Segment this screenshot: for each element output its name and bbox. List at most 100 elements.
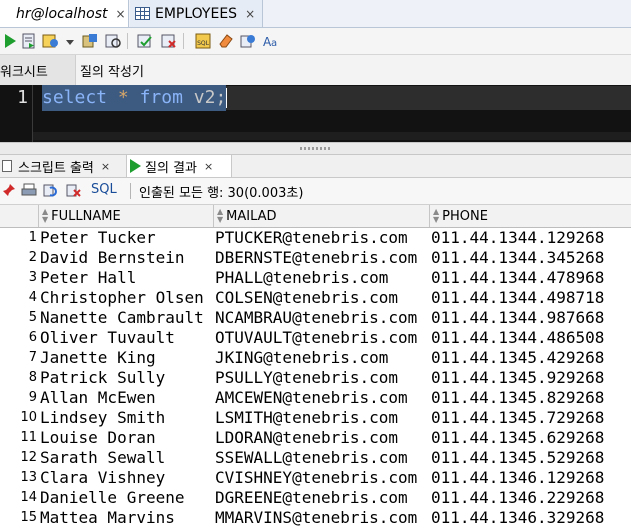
autotrace-button[interactable]	[42, 32, 60, 50]
cell-phone[interactable]: 011.44.1344.478968	[431, 268, 631, 288]
cell-mailad[interactable]: MMARVINS@tenebris.com	[215, 508, 426, 528]
table-row[interactable]: 5 Nanette Cambrault NCAMBRAU@tenebris.com 0…	[0, 308, 631, 328]
tab-hr-localhost-close-icon[interactable]: ×	[115, 7, 125, 21]
cell-fullname[interactable]: Clara Vishney	[40, 468, 212, 488]
monitor-button[interactable]	[239, 32, 257, 50]
cell-fullname[interactable]: Janette King	[40, 348, 212, 368]
refresh-button[interactable]	[43, 182, 59, 198]
cell-phone[interactable]: 011.44.1344.129268	[431, 228, 631, 248]
cell-mailad[interactable]: DGREENE@tenebris.com	[215, 488, 426, 508]
cell-phone[interactable]: 011.44.1346.129268	[431, 468, 631, 488]
cell-mailad[interactable]: LDORAN@tenebris.com	[215, 428, 426, 448]
cell-fullname[interactable]: Danielle Greene	[40, 488, 212, 508]
editor-horizontal-scrollbar[interactable]	[33, 132, 631, 140]
row-number: 15	[20, 510, 37, 525]
sql-history-button[interactable]: SQL	[194, 32, 212, 50]
cell-mailad[interactable]: AMCEWEN@tenebris.com	[215, 388, 426, 408]
cell-fullname[interactable]: Sarath Sewall	[40, 448, 212, 468]
sql-tuning-button[interactable]	[104, 32, 122, 50]
clear-button[interactable]	[217, 32, 235, 50]
tab-query-result-close-icon[interactable]: ×	[204, 160, 213, 173]
column-header-fullname[interactable]: ▲ ▼ FULLNAME	[38, 205, 213, 227]
cell-phone[interactable]: 011.44.1344.486508	[431, 328, 631, 348]
run-script-button[interactable]	[20, 32, 38, 50]
cell-fullname[interactable]: Peter Hall	[40, 268, 212, 288]
sql-statement[interactable]: select * from v2;	[42, 85, 227, 111]
table-row[interactable]: 4 Christopher Olsen COLSEN@tenebris.com 011…	[0, 288, 631, 308]
table-row[interactable]: 10 Lindsey Smith LSMITH@tenebris.com 011.44…	[0, 408, 631, 428]
cell-phone[interactable]: 011.44.1345.929268	[431, 368, 631, 388]
cell-mailad[interactable]: PSULLY@tenebris.com	[215, 368, 426, 388]
table-row[interactable]: 12 Sarath Sewall SSEWALL@tenebris.com 011.4…	[0, 448, 631, 468]
cell-mailad[interactable]: COLSEN@tenebris.com	[215, 288, 426, 308]
keyword-select: select	[42, 87, 108, 108]
table-row[interactable]: 15 Mattea Marvins MMARVINS@tenebris.com 011…	[0, 508, 631, 528]
show-sql-button[interactable]: SQL	[91, 182, 117, 197]
cell-fullname[interactable]: Oliver Tuvault	[40, 328, 212, 348]
cell-fullname[interactable]: Christopher Olsen	[40, 288, 212, 308]
cell-mailad[interactable]: JKING@tenebris.com	[215, 348, 426, 368]
sql-editor[interactable]: 1 select * from v2;	[0, 85, 631, 142]
cell-phone[interactable]: 011.44.1346.229268	[431, 488, 631, 508]
tab-script-output[interactable]: 스크립트 출력 ×	[0, 155, 126, 177]
print-button[interactable]	[21, 182, 37, 198]
run-statement-button[interactable]	[1, 32, 19, 50]
cell-fullname[interactable]: Louise Doran	[40, 428, 212, 448]
cell-mailad[interactable]: NCAMBRAU@tenebris.com	[215, 308, 426, 328]
tab-employees-close-icon[interactable]: ×	[245, 7, 255, 21]
cell-phone[interactable]: 011.44.1344.345268	[431, 248, 631, 268]
rollback-button[interactable]	[160, 32, 178, 50]
cell-fullname[interactable]: Peter Tucker	[40, 228, 212, 248]
cell-phone[interactable]: 011.44.1345.729268	[431, 408, 631, 428]
cell-phone[interactable]: 011.44.1344.987668	[431, 308, 631, 328]
table-row[interactable]: 13 Clara Vishney CVISHNEY@tenebris.com 011.…	[0, 468, 631, 488]
tab-query-result[interactable]: 질의 결과 ×	[126, 155, 232, 177]
column-header-phone[interactable]: ▲ ▼ PHONE	[429, 205, 631, 227]
commit-button[interactable]	[136, 32, 154, 50]
tab-hr-localhost-label: hr@localhost	[16, 5, 108, 22]
cell-mailad[interactable]: SSEWALL@tenebris.com	[215, 448, 426, 468]
table-row[interactable]: 6 Oliver Tuvault OTUVAULT@tenebris.com 011.…	[0, 328, 631, 348]
tab-hr-localhost[interactable]: hr@localhost ×	[0, 0, 129, 27]
cell-phone[interactable]: 011.44.1345.529268	[431, 448, 631, 468]
cell-fullname[interactable]: Lindsey Smith	[40, 408, 212, 428]
tab-query-builder[interactable]: 질의 작성기	[80, 55, 200, 85]
cell-phone[interactable]: 011.44.1345.829268	[431, 388, 631, 408]
format-button[interactable]: A a	[262, 32, 280, 50]
cell-mailad[interactable]: OTUVAULT@tenebris.com	[215, 328, 426, 348]
cancel-fetch-button[interactable]	[66, 182, 82, 198]
cancel-icon	[66, 184, 81, 197]
cell-fullname[interactable]: Allan McEwen	[40, 388, 212, 408]
cell-mailad[interactable]: CVISHNEY@tenebris.com	[215, 468, 426, 488]
table-row[interactable]: 3 Peter Hall PHALL@tenebris.com 011.44.1344…	[0, 268, 631, 288]
autotrace-dropdown-icon[interactable]	[66, 40, 74, 45]
table-row[interactable]: 7 Janette King JKING@tenebris.com 011.44.13…	[0, 348, 631, 368]
cell-phone[interactable]: 011.44.1346.329268	[431, 508, 631, 528]
column-header-mailad[interactable]: ▲ ▼ MAILAD	[213, 205, 429, 227]
explain-plan-button[interactable]	[81, 32, 99, 50]
table-row[interactable]: 11 Louise Doran LDORAN@tenebris.com 011.44.…	[0, 428, 631, 448]
tab-employees[interactable]: EMPLOYEES ×	[130, 0, 263, 27]
cell-fullname[interactable]: David Bernstein	[40, 248, 212, 268]
cell-phone[interactable]: 011.44.1345.629268	[431, 428, 631, 448]
cell-fullname[interactable]: Patrick Sully	[40, 368, 212, 388]
cell-phone[interactable]: 011.44.1344.498718	[431, 288, 631, 308]
cell-mailad[interactable]: PHALL@tenebris.com	[215, 268, 426, 288]
cell-mailad[interactable]: DBERNSTE@tenebris.com	[215, 248, 426, 268]
cell-mailad[interactable]: LSMITH@tenebris.com	[215, 408, 426, 428]
cell-mailad[interactable]: PTUCKER@tenebris.com	[215, 228, 426, 248]
table-row[interactable]: 8 Patrick Sully PSULLY@tenebris.com 011.44.…	[0, 368, 631, 388]
table-row[interactable]: 9 Allan McEwen AMCEWEN@tenebris.com 011.44.…	[0, 388, 631, 408]
output-tab-bar: 스크립트 출력 × 질의 결과 ×	[0, 155, 631, 178]
table-row[interactable]: 14 Danielle Greene DGREENE@tenebris.com 011…	[0, 488, 631, 508]
print-icon	[21, 183, 37, 196]
pane-splitter[interactable]	[0, 142, 631, 155]
cell-fullname[interactable]: Mattea Marvins	[40, 508, 212, 528]
tab-script-output-close-icon[interactable]: ×	[101, 160, 110, 173]
table-row[interactable]: 1 Peter Tucker PTUCKER@tenebris.com 011.44.…	[0, 228, 631, 248]
tab-worksheet[interactable]: 워크시트	[0, 55, 76, 85]
cell-phone[interactable]: 011.44.1345.429268	[431, 348, 631, 368]
table-row[interactable]: 2 David Bernstein DBERNSTE@tenebris.com 011…	[0, 248, 631, 268]
freeze-view-button[interactable]	[1, 182, 17, 198]
cell-fullname[interactable]: Nanette Cambrault	[40, 308, 212, 328]
